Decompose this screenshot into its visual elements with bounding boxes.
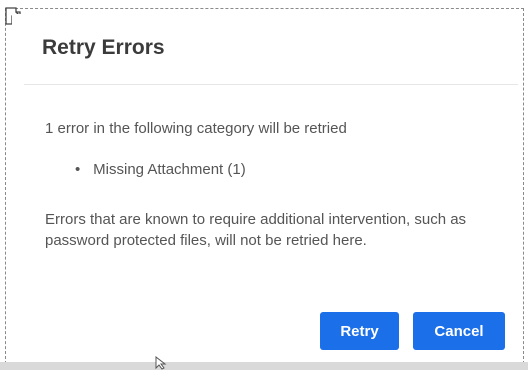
retry-errors-dialog: Retry Errors 1 error in the following ca… [12,14,518,358]
category-list-item: • Missing Attachment (1) [75,161,246,178]
category-label: Missing Attachment (1) [93,161,246,178]
bullet-icon: • [75,161,81,178]
retry-summary: 1 error in the following category will b… [45,120,347,137]
mouse-cursor-icon [155,356,167,370]
taskbar-strip [0,362,528,370]
retry-button[interactable]: Retry [320,312,399,350]
dialog-title: Retry Errors [42,36,165,59]
retry-note: Errors that are known to require additio… [45,211,467,249]
title-divider [24,84,518,85]
cancel-button[interactable]: Cancel [413,312,505,350]
